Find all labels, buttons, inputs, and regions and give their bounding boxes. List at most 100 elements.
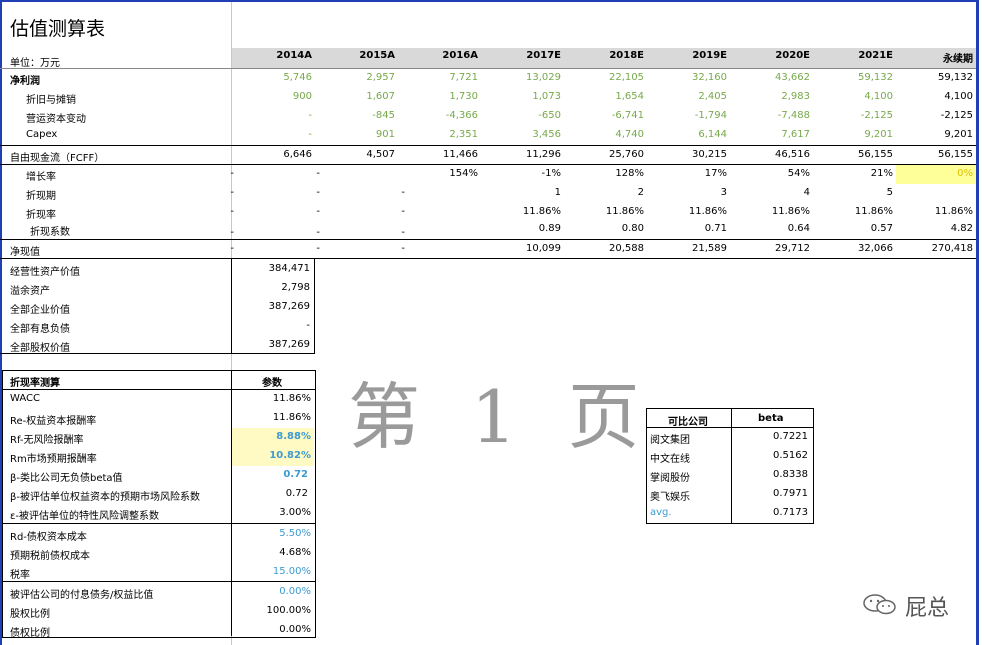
cell[interactable]: 13,029 — [491, 72, 561, 83]
cell[interactable]: 11.86% — [574, 206, 644, 217]
cell[interactable]: 128% — [574, 168, 644, 179]
year-header[interactable]: 2021E — [823, 50, 893, 61]
cell[interactable]: 2,405 — [657, 91, 727, 102]
cell[interactable]: 11.86% — [491, 206, 561, 217]
valuation-row[interactable]: 经营性资产价值 384,471 — [0, 260, 320, 279]
cell[interactable]: 4 — [740, 187, 810, 198]
discount-calc-row[interactable]: β-被评估单位权益资本的预期市场风险系数 0.72 — [0, 485, 315, 504]
discount-calc-row[interactable]: 被评估公司的付息债务/权益比值 0.00% — [0, 583, 315, 602]
cell[interactable]: 10.82% — [241, 450, 311, 461]
cell[interactable]: - — [250, 168, 320, 179]
cell[interactable]: 7,721 — [408, 72, 478, 83]
cell[interactable]: -2,125 — [823, 110, 893, 121]
discount-calc-row[interactable]: 税率 15.00% — [0, 563, 315, 582]
cell[interactable]: 17% — [657, 168, 727, 179]
cell[interactable]: 9,201 — [823, 129, 893, 140]
comparable-row[interactable]: 中文在线 0.5162 — [646, 447, 812, 466]
cell[interactable]: 5 — [823, 187, 893, 198]
cell[interactable]: 0.00% — [241, 586, 311, 597]
year-header[interactable]: 2015A — [325, 50, 395, 61]
table-row-period[interactable]: 折现期 - - - 1 2 3 4 5 — [0, 184, 976, 203]
valuation-row[interactable]: 溢余资产 2,798 — [0, 279, 320, 298]
cell[interactable]: - — [250, 227, 320, 238]
cell[interactable]: 0.00% — [241, 624, 311, 635]
cell[interactable]: 0.64 — [740, 223, 810, 234]
cell[interactable]: 6,144 — [657, 129, 727, 140]
cell[interactable]: - — [335, 243, 405, 254]
cell[interactable]: - — [164, 206, 234, 217]
cell[interactable]: - — [335, 227, 405, 238]
cell[interactable]: 22,105 — [574, 72, 644, 83]
beta-cell[interactable]: 0.8338 — [738, 469, 808, 480]
table-row-capex[interactable]: Capex - 901 2,351 3,456 4,740 6,144 7,61… — [0, 126, 976, 145]
table-row-discount-factor[interactable]: 折现系数 - - - 0.89 0.80 0.71 0.64 0.57 4.82 — [0, 220, 976, 239]
cell[interactable]: 384,471 — [240, 263, 310, 274]
cell[interactable]: 0.57 — [823, 223, 893, 234]
cell[interactable]: 4,740 — [574, 129, 644, 140]
year-header[interactable]: 永续期 — [903, 50, 973, 65]
year-header[interactable]: 2020E — [740, 50, 810, 61]
cell[interactable]: 20,588 — [574, 243, 644, 254]
cell[interactable]: 3,456 — [491, 129, 561, 140]
cell[interactable]: - — [242, 110, 312, 121]
table-row-depreciation[interactable]: 折旧与摊销 900 1,607 1,730 1,073 1,654 2,405 … — [0, 88, 976, 107]
cell[interactable]: - — [250, 243, 320, 254]
cell[interactable]: 1,730 — [408, 91, 478, 102]
cell[interactable]: 1 — [491, 187, 561, 198]
cell[interactable]: 900 — [242, 91, 312, 102]
cell[interactable]: 15.00% — [241, 566, 311, 577]
cell[interactable]: 56,155 — [823, 149, 893, 160]
cell[interactable]: 2,957 — [325, 72, 395, 83]
discount-calc-row[interactable]: Re-权益资本报酬率 11.86% — [0, 409, 315, 428]
cell[interactable]: 43,662 — [740, 72, 810, 83]
cell[interactable]: - — [335, 206, 405, 217]
cell[interactable]: 11.86% — [241, 393, 311, 404]
cell[interactable]: - — [240, 320, 310, 331]
cell[interactable]: 7,617 — [740, 129, 810, 140]
discount-calc-row[interactable]: Rm市场预期报酬率 10.82% — [0, 447, 315, 466]
cell[interactable]: 0.71 — [657, 223, 727, 234]
cell[interactable]: 901 — [325, 129, 395, 140]
cell[interactable]: 100.00% — [241, 605, 312, 616]
beta-cell[interactable]: 0.7971 — [738, 488, 808, 499]
discount-calc-row[interactable]: Rd-债权资本成本 5.50% — [0, 525, 315, 544]
cell[interactable]: 2,983 — [740, 91, 810, 102]
table-row-working-capital[interactable]: 营运资本变动 - -845 -4,366 -650 -6,741 -1,794 … — [0, 107, 976, 126]
discount-calc-row[interactable]: 预期税前债权成本 4.68% — [0, 544, 315, 563]
cell[interactable]: -1% — [491, 168, 561, 179]
cell[interactable]: 11,466 — [408, 149, 478, 160]
comparable-row[interactable]: avg. 0.7173 — [646, 504, 812, 523]
table-row-net-profit[interactable]: 净利润 5,746 2,957 7,721 13,029 22,105 32,1… — [0, 69, 976, 88]
cell[interactable]: - — [250, 187, 320, 198]
cell[interactable]: 154% — [408, 168, 478, 179]
cell[interactable]: 11.86% — [241, 412, 311, 423]
cell[interactable]: 32,160 — [657, 72, 727, 83]
cell[interactable]: 2,351 — [408, 129, 478, 140]
cell[interactable]: - — [335, 187, 405, 198]
discount-calc-row[interactable]: WACC 11.86% — [0, 390, 315, 409]
cell[interactable]: -1,794 — [657, 110, 727, 121]
cell[interactable]: -7,488 — [740, 110, 810, 121]
cell[interactable]: - — [242, 129, 312, 140]
cell[interactable]: 4,100 — [823, 91, 893, 102]
beta-cell[interactable]: 0.7173 — [738, 507, 808, 518]
cell[interactable]: 32,066 — [823, 243, 893, 254]
cell[interactable]: - — [164, 243, 234, 254]
cell[interactable]: 4,507 — [325, 149, 395, 160]
table-row-npv[interactable]: 净现值 - - - 10,099 20,588 21,589 29,712 32… — [0, 240, 976, 259]
cell[interactable]: 270,418 — [903, 243, 973, 254]
cell[interactable]: 0.89 — [491, 223, 561, 234]
cell[interactable]: 54% — [740, 168, 810, 179]
cell[interactable]: 0.80 — [574, 223, 644, 234]
cell[interactable]: 25,760 — [574, 149, 644, 160]
cell[interactable]: - — [250, 206, 320, 217]
cell[interactable]: 59,132 — [823, 72, 893, 83]
cell[interactable]: 4.82 — [903, 223, 973, 234]
cell[interactable]: -2,125 — [903, 110, 973, 121]
beta-cell[interactable]: 0.5162 — [738, 450, 808, 461]
cell[interactable]: 11.86% — [740, 206, 810, 217]
year-header[interactable]: 2019E — [657, 50, 727, 61]
valuation-row[interactable]: 全部企业价值 387,269 — [0, 298, 320, 317]
cell[interactable]: 387,269 — [240, 339, 310, 350]
cell[interactable]: 30,215 — [657, 149, 727, 160]
